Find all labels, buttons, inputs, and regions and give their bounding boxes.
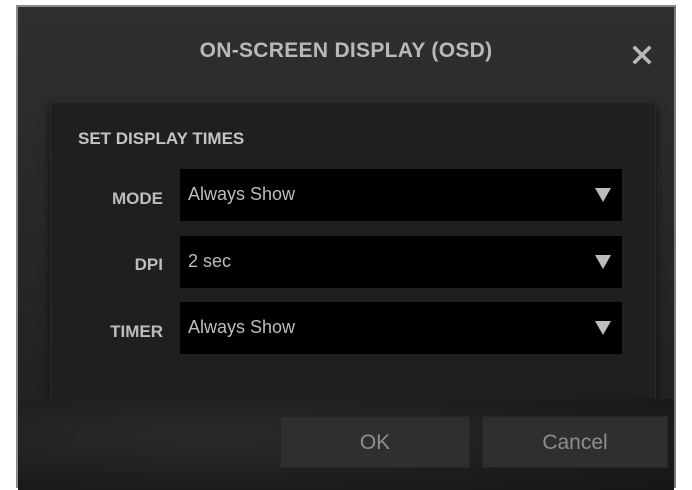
dropdown-arrow-icon bbox=[594, 320, 612, 336]
dpi-dropdown-value: 2 sec bbox=[188, 251, 232, 271]
timer-dropdown[interactable]: Always Show bbox=[180, 302, 622, 354]
cancel-button[interactable]: Cancel bbox=[482, 416, 668, 468]
timer-label: TIMER bbox=[110, 322, 163, 341]
dropdown-arrow-icon bbox=[594, 187, 612, 203]
dpi-dropdown[interactable]: 2 sec bbox=[180, 236, 622, 288]
ok-button[interactable]: OK bbox=[280, 416, 470, 468]
mode-dropdown[interactable]: Always Show bbox=[180, 169, 622, 221]
screen-frame: ON-SCREEN DISPLAY (OSD) SET DISPLAY TIME… bbox=[0, 0, 692, 490]
dropdown-arrow-icon bbox=[594, 254, 612, 270]
dialog-title: ON-SCREEN DISPLAY (OSD) bbox=[199, 39, 493, 62]
mode-label: MODE bbox=[112, 189, 163, 208]
timer-dropdown-value: Always Show bbox=[188, 317, 296, 337]
close-icon[interactable] bbox=[632, 45, 652, 65]
display-times-panel: SET DISPLAY TIMES MODE Always Show DPI 2… bbox=[50, 102, 656, 400]
dpi-label: DPI bbox=[134, 255, 163, 274]
mode-dropdown-value: Always Show bbox=[188, 184, 296, 204]
section-title: SET DISPLAY TIMES bbox=[78, 129, 245, 148]
osd-dialog: ON-SCREEN DISPLAY (OSD) SET DISPLAY TIME… bbox=[16, 5, 676, 490]
